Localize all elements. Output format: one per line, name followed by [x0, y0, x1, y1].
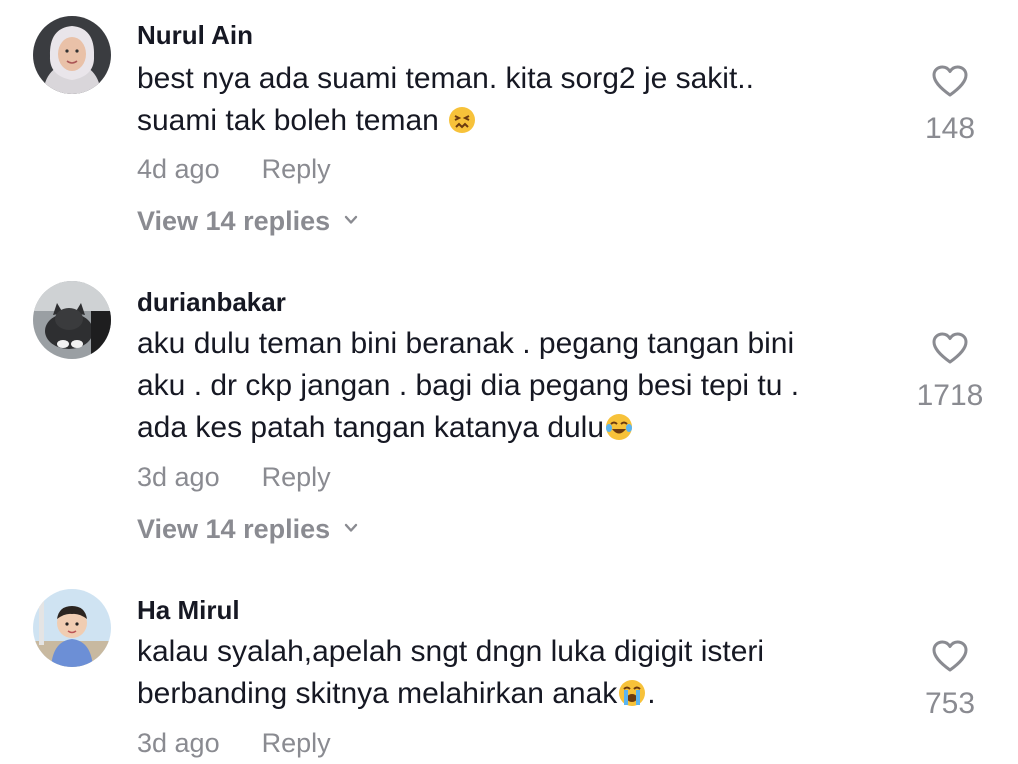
comment-text-line: aku . dr ckp jangan . bagi dia pegang be… [137, 369, 800, 402]
like-count: 753 [924, 687, 976, 720]
reply-button[interactable]: Reply [262, 462, 331, 492]
tears-of-joy-emoji [606, 414, 633, 440]
chevron-down-icon [344, 215, 358, 224]
comment-text-line: aku dulu teman bini beranak . pegang tan… [137, 327, 795, 360]
comment-text-line: ada kes patah tangan katanya dulu [137, 407, 897, 449]
username[interactable]: durianbakar [137, 287, 286, 318]
like-control[interactable]: 1718 [900, 331, 1000, 413]
comment-text: best nya ada suami teman. kita sorg2 je … [137, 58, 897, 142]
confounded-face-emoji [449, 107, 476, 133]
chevron-down-icon [344, 523, 358, 532]
heart-icon[interactable] [931, 64, 969, 98]
comment-meta: 3d ago Reply [137, 462, 331, 493]
comment-text-line: kalau syalah,apelah sngt dngn luka digig… [137, 635, 765, 668]
like-control[interactable]: 753 [900, 639, 1000, 721]
heart-icon[interactable] [931, 639, 969, 673]
comment-text: aku dulu teman bini beranak . pegang tan… [137, 323, 897, 449]
comment-time: 3d ago [137, 728, 220, 758]
username[interactable]: Nurul Ain [137, 20, 253, 51]
avatar[interactable] [33, 16, 111, 94]
heart-icon[interactable] [931, 331, 969, 365]
like-count: 148 [924, 112, 976, 145]
view-replies-label: View 14 replies [137, 514, 331, 544]
comment-meta: 4d ago Reply [137, 154, 331, 185]
comment-text-line: suami tak boleh teman [137, 100, 897, 142]
like-control[interactable]: 148 [900, 64, 1000, 146]
comment-meta: 3d ago Reply [137, 728, 331, 759]
avatar[interactable] [33, 281, 111, 359]
view-replies-label: View 14 replies [137, 206, 331, 236]
avatar[interactable] [33, 589, 111, 667]
comment-text: kalau syalah,apelah sngt dngn luka digig… [137, 631, 897, 715]
view-replies-button[interactable]: View 14 replies [137, 514, 358, 545]
username[interactable]: Ha Mirul [137, 595, 240, 626]
like-count: 1718 [916, 379, 984, 412]
comment-text-line: best nya ada suami teman. kita sorg2 je … [137, 62, 754, 95]
loudly-crying-face-emoji [619, 680, 646, 706]
reply-button[interactable]: Reply [262, 154, 331, 184]
reply-button[interactable]: Reply [262, 728, 331, 758]
comment-time: 3d ago [137, 462, 220, 492]
view-replies-button[interactable]: View 14 replies [137, 206, 358, 237]
comment-time: 4d ago [137, 154, 220, 184]
comment-text-line: berbanding skitnya melahirkan anak. [137, 677, 656, 710]
